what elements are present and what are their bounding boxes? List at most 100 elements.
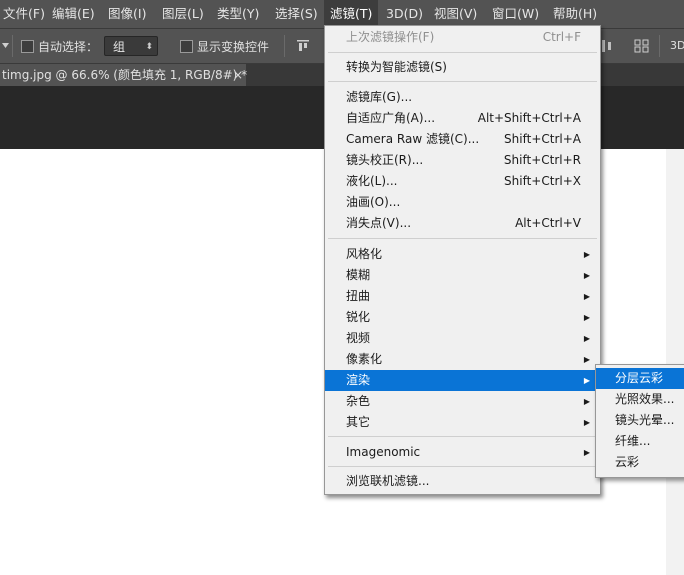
menu-item-shortcut: Shift+Ctrl+R bbox=[503, 153, 581, 167]
menu-item-label: 液化(L)... bbox=[346, 174, 398, 188]
auto-select-group-dropdown[interactable]: 组 ⬍ bbox=[104, 36, 158, 56]
menu-item-sharpen[interactable]: 锐化 ▶ bbox=[325, 307, 600, 328]
menu-item-label: 消失点(V)... bbox=[346, 216, 412, 230]
submenu-item-lighting-effects[interactable]: 光照效果... bbox=[596, 389, 684, 410]
menu-item-label: 其它 bbox=[346, 415, 371, 429]
auto-select-checkbox[interactable] bbox=[21, 40, 34, 53]
divider bbox=[284, 35, 285, 57]
menu-item-convert-smart-filter[interactable]: 转换为智能滤镜(S) bbox=[325, 57, 600, 78]
submenu-arrow-icon: ▶ bbox=[583, 334, 590, 343]
menu-item-label: 像素化 bbox=[346, 352, 383, 366]
align-top-icon[interactable] bbox=[296, 39, 310, 53]
menu-item-lens-correction[interactable]: 镜头校正(R)... Shift+Ctrl+R bbox=[325, 150, 600, 171]
menu-item-label: 镜头校正(R)... bbox=[346, 153, 424, 167]
distribute-horizontal-icon[interactable] bbox=[634, 39, 650, 53]
menu-type[interactable]: 类型(Y) bbox=[211, 0, 265, 28]
menu-item-shortcut: Shift+Ctrl+A bbox=[504, 132, 581, 146]
submenu-arrow-icon: ▶ bbox=[583, 292, 590, 301]
submenu-item-clouds[interactable]: 云彩 bbox=[596, 452, 684, 473]
menu-item-label: Camera Raw 滤镜(C)... bbox=[346, 132, 480, 146]
divider bbox=[659, 35, 660, 57]
menu-item-shortcut: Alt+Ctrl+V bbox=[515, 216, 581, 230]
menu-item-liquify[interactable]: 液化(L)... Shift+Ctrl+X bbox=[325, 171, 600, 192]
menu-item-shortcut: Shift+Ctrl+X bbox=[504, 174, 581, 188]
show-transform-checkbox[interactable] bbox=[180, 40, 193, 53]
updown-arrow-icon: ⬍ bbox=[145, 42, 153, 52]
render-submenu: 分层云彩 光照效果... 镜头光晕... 纤维... 云彩 bbox=[595, 364, 684, 478]
submenu-arrow-icon: ▶ bbox=[583, 271, 590, 280]
menu-item-pixelate[interactable]: 像素化 ▶ bbox=[325, 349, 600, 370]
submenu-arrow-icon: ▶ bbox=[583, 313, 590, 322]
menu-image[interactable]: 图像(I) bbox=[102, 0, 152, 28]
menu-separator bbox=[328, 238, 597, 239]
menu-item-label: 纤维... bbox=[615, 434, 651, 448]
menu-item-label: Imagenomic bbox=[346, 445, 421, 459]
submenu-item-fibers[interactable]: 纤维... bbox=[596, 431, 684, 452]
submenu-arrow-icon: ▶ bbox=[583, 448, 590, 457]
document-tab[interactable]: timg.jpg @ 66.6% (颜色填充 1, RGB/8#) * × bbox=[0, 64, 248, 86]
canvas-edge bbox=[666, 149, 684, 575]
menu-separator bbox=[328, 52, 597, 53]
menu-item-label: 渲染 bbox=[346, 373, 371, 387]
menu-file[interactable]: 文件(F) bbox=[0, 0, 51, 28]
tool-preset-arrow-icon[interactable] bbox=[2, 43, 9, 48]
menu-item-oil-paint[interactable]: 油画(O)... bbox=[325, 192, 600, 213]
submenu-arrow-icon: ▶ bbox=[583, 397, 590, 406]
menu-item-label: 滤镜库(G)... bbox=[346, 90, 413, 104]
submenu-arrow-icon: ▶ bbox=[583, 418, 590, 427]
menu-item-label: 光照效果... bbox=[615, 392, 675, 406]
auto-select-label: 自动选择： bbox=[38, 40, 99, 54]
menu-item-video[interactable]: 视频 ▶ bbox=[325, 328, 600, 349]
menu-filter[interactable]: 滤镜(T) bbox=[324, 0, 379, 28]
menu-item-label: 风格化 bbox=[346, 247, 383, 261]
menu-item-label: 镜头光晕... bbox=[615, 413, 675, 427]
menu-item-blur[interactable]: 模糊 ▶ bbox=[325, 265, 600, 286]
menu-item-shortcut: Ctrl+F bbox=[542, 30, 581, 44]
menu-item-vanishing-point[interactable]: 消失点(V)... Alt+Ctrl+V bbox=[325, 213, 600, 234]
menu-item-camera-raw[interactable]: Camera Raw 滤镜(C)... Shift+Ctrl+A bbox=[325, 129, 600, 150]
menu-item-other[interactable]: 其它 ▶ bbox=[325, 412, 600, 433]
filter-menu: 上次滤镜操作(F) Ctrl+F 转换为智能滤镜(S) 滤镜库(G)... 自适… bbox=[324, 25, 601, 495]
menu-item-distort[interactable]: 扭曲 ▶ bbox=[325, 286, 600, 307]
menu-3d[interactable]: 3D(D) bbox=[380, 0, 429, 28]
menu-layer[interactable]: 图层(L) bbox=[156, 0, 210, 28]
menu-item-noise[interactable]: 杂色 ▶ bbox=[325, 391, 600, 412]
submenu-arrow-icon: ▶ bbox=[583, 376, 590, 385]
menu-view[interactable]: 视图(V) bbox=[428, 0, 483, 28]
menu-item-stylize[interactable]: 风格化 ▶ bbox=[325, 244, 600, 265]
divider bbox=[12, 35, 13, 57]
menu-item-shortcut: Alt+Shift+Ctrl+A bbox=[477, 111, 581, 125]
group-dropdown-value: 组 bbox=[113, 40, 126, 54]
menu-item-filter-gallery[interactable]: 滤镜库(G)... bbox=[325, 87, 600, 108]
menu-separator bbox=[328, 81, 597, 82]
menu-separator bbox=[328, 436, 597, 437]
menu-item-label: 模糊 bbox=[346, 268, 371, 282]
menu-item-browse-online-filters[interactable]: 浏览联机滤镜... bbox=[325, 471, 600, 492]
menu-help[interactable]: 帮助(H) bbox=[547, 0, 603, 28]
show-transform-label: 显示变换控件 bbox=[197, 40, 270, 54]
close-icon[interactable]: × bbox=[233, 64, 243, 86]
menu-item-last-filter[interactable]: 上次滤镜操作(F) Ctrl+F bbox=[325, 27, 600, 48]
menu-item-label: 自适应广角(A)... bbox=[346, 111, 436, 125]
menu-separator bbox=[328, 466, 597, 467]
menu-item-adaptive-wide-angle[interactable]: 自适应广角(A)... Alt+Shift+Ctrl+A bbox=[325, 108, 600, 129]
menu-item-label: 浏览联机滤镜... bbox=[346, 474, 430, 488]
menu-item-label: 扭曲 bbox=[346, 289, 371, 303]
menu-item-label: 杂色 bbox=[346, 394, 371, 408]
menu-item-label: 上次滤镜操作(F) bbox=[346, 30, 435, 44]
menu-select[interactable]: 选择(S) bbox=[269, 0, 324, 28]
menu-item-label: 转换为智能滤镜(S) bbox=[346, 60, 447, 74]
menu-window[interactable]: 窗口(W) bbox=[486, 0, 545, 28]
menu-item-render[interactable]: 渲染 ▶ bbox=[325, 370, 600, 391]
menu-item-label: 视频 bbox=[346, 331, 371, 345]
3d-mode-label[interactable]: 3D bbox=[670, 39, 684, 52]
distribute-icon[interactable] bbox=[601, 39, 613, 53]
document-tab-title: timg.jpg @ 66.6% (颜色填充 1, RGB/8#) * bbox=[2, 68, 248, 82]
submenu-arrow-icon: ▶ bbox=[583, 250, 590, 259]
menu-edit[interactable]: 编辑(E) bbox=[46, 0, 101, 28]
menu-item-imagenomic[interactable]: Imagenomic ▶ bbox=[325, 442, 600, 463]
submenu-item-lens-flare[interactable]: 镜头光晕... bbox=[596, 410, 684, 431]
submenu-arrow-icon: ▶ bbox=[583, 355, 590, 364]
submenu-item-difference-clouds[interactable]: 分层云彩 bbox=[596, 368, 684, 389]
menu-item-label: 油画(O)... bbox=[346, 195, 401, 209]
